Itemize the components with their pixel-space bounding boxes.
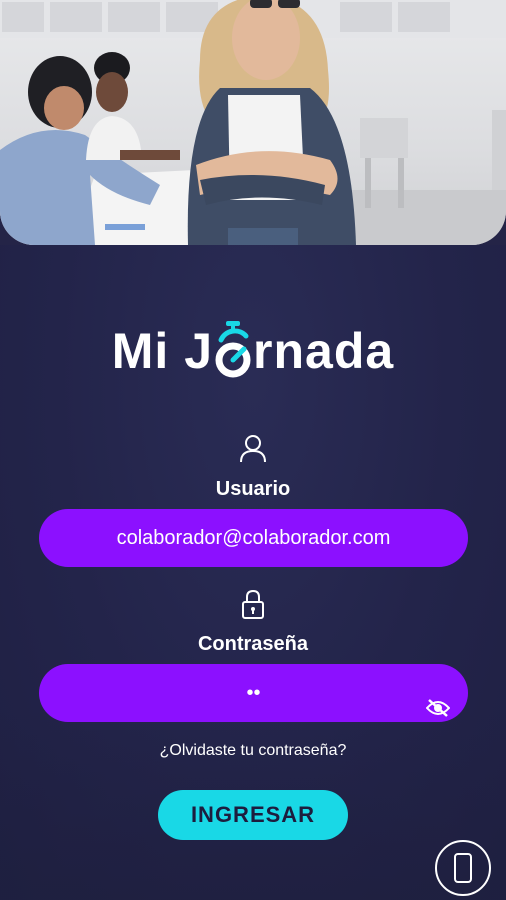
password-field[interactable]: •• [39,664,468,722]
username-label: Usuario [215,478,291,500]
logo-text-end: rnada [253,323,395,379]
hero-photo [0,0,506,245]
user-icon [238,433,268,463]
password-value: •• [246,682,261,704]
login-button[interactable]: INGRESAR [158,790,348,840]
stopwatch-icon [213,316,253,386]
phone-glyph [454,853,472,883]
username-field[interactable]: colaborador@colaborador.com [39,509,468,567]
app-logo: Mi J rnada [0,316,506,386]
eye-off-icon[interactable] [425,683,451,717]
forgot-password-link[interactable]: ¿Olvidaste tu contraseña? [0,742,506,760]
office-illustration [0,0,506,245]
phone-icon[interactable] [435,840,491,896]
logo-text-start: Mi J [111,323,214,379]
lock-icon [238,588,268,619]
password-label: Contraseña [197,633,309,655]
